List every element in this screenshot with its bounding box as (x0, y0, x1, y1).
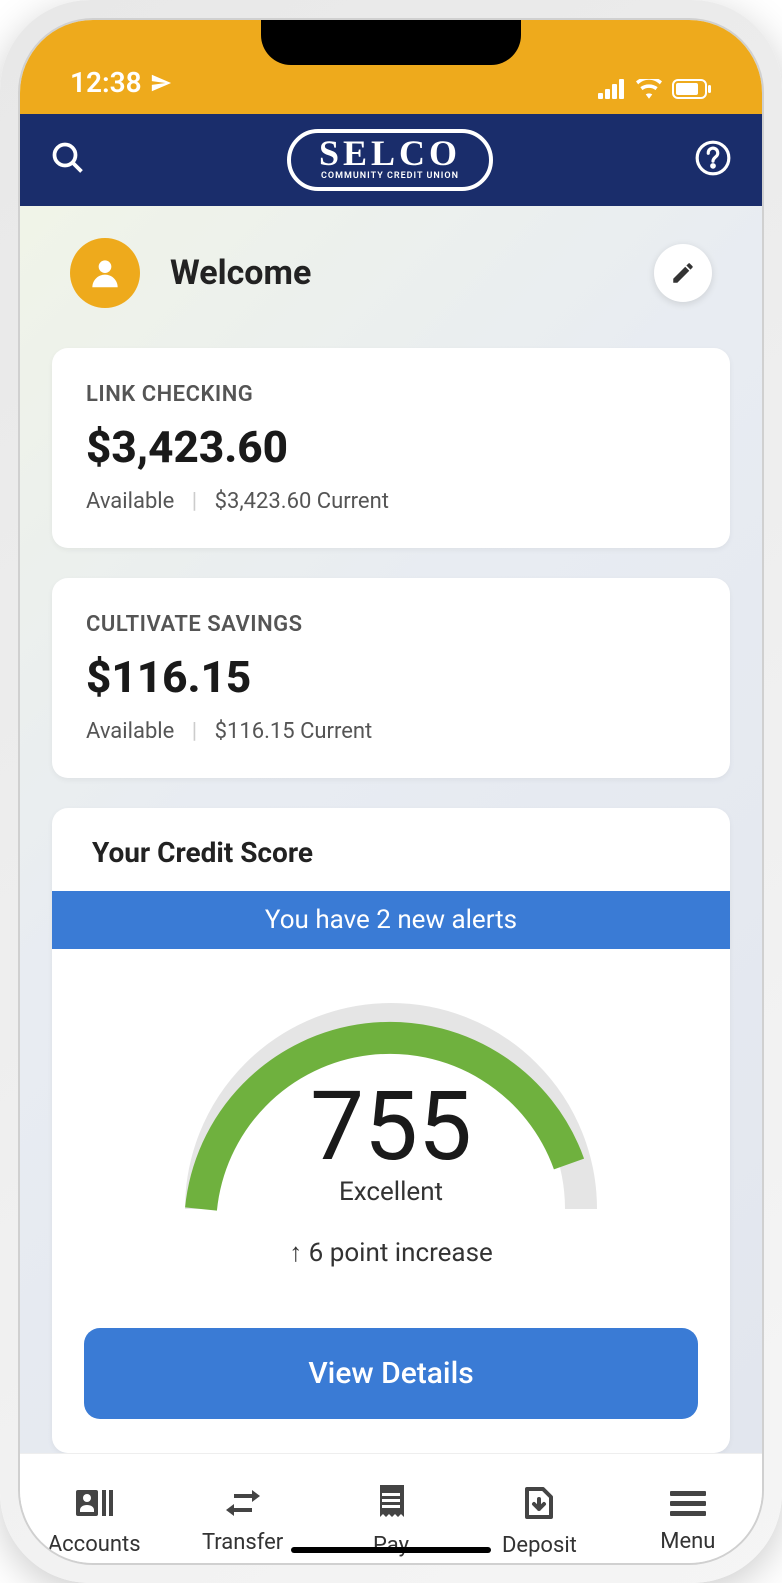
divider: | (192, 719, 197, 744)
current-text: $116.15 Current (215, 719, 373, 744)
current-text: $3,423.60 Current (215, 489, 389, 514)
credit-gauge: 755 Excellent (171, 989, 611, 1219)
account-card-checking[interactable]: LINK CHECKING $3,423.60 Available | $3,4… (52, 348, 730, 548)
status-icons (598, 79, 712, 99)
pay-icon (374, 1485, 408, 1521)
credit-score-value: 755 (171, 1071, 611, 1183)
home-indicator[interactable] (291, 1547, 491, 1553)
main-content: Welcome LINK CHECKING $3,423.60 Availabl… (20, 206, 762, 1453)
brand-subtitle: COMMUNITY CREDIT UNION (319, 171, 461, 181)
pencil-icon (670, 260, 696, 286)
nav-label: Deposit (502, 1533, 577, 1558)
time-label: 12:38 (70, 66, 142, 99)
edit-button[interactable] (654, 244, 712, 302)
available-label: Available (86, 719, 174, 744)
available-label: Available (86, 489, 174, 514)
welcome-left: Welcome (70, 238, 311, 308)
nav-label: Accounts (48, 1532, 141, 1557)
welcome-greeting: Welcome (170, 253, 311, 293)
status-time: 12:38 (70, 66, 172, 99)
avatar[interactable] (70, 238, 140, 308)
help-button[interactable] (694, 139, 732, 181)
transfer-icon (224, 1488, 262, 1518)
nav-label: Transfer (202, 1530, 283, 1555)
account-subtext: Available | $116.15 Current (86, 719, 696, 744)
search-button[interactable] (50, 140, 86, 180)
credit-score-rating: Excellent (171, 1177, 611, 1207)
nav-accounts[interactable]: Accounts (20, 1454, 168, 1565)
person-icon (86, 254, 124, 292)
app-header: SELCO COMMUNITY CREDIT UNION (20, 114, 762, 206)
welcome-row: Welcome (52, 238, 730, 308)
notch (261, 20, 521, 65)
wifi-icon (636, 79, 662, 99)
nav-label: Menu (660, 1529, 715, 1554)
search-icon (50, 140, 86, 176)
account-balance: $116.15 (86, 651, 696, 703)
accounts-icon (74, 1486, 114, 1520)
nav-menu[interactable]: Menu (614, 1454, 762, 1565)
account-name: CULTIVATE SAVINGS (86, 612, 696, 637)
phone-frame: 12:38 SELCO COMMUNITY CREDIT UNION Welco… (0, 0, 782, 1583)
nav-label: Pay (373, 1533, 409, 1558)
account-balance: $3,423.60 (86, 421, 696, 473)
account-subtext: Available | $3,423.60 Current (86, 489, 696, 514)
view-details-button[interactable]: View Details (84, 1328, 698, 1419)
alerts-banner[interactable]: You have 2 new alerts (52, 891, 730, 949)
divider: | (192, 489, 197, 514)
location-icon (150, 72, 172, 94)
gauge-section: 755 Excellent ↑ 6 point increase (52, 949, 730, 1328)
arrow-up-icon: ↑ (289, 1238, 308, 1268)
account-name: LINK CHECKING (86, 382, 696, 407)
brand-name: SELCO (319, 135, 461, 171)
battery-icon (672, 79, 712, 99)
brand-logo: SELCO COMMUNITY CREDIT UNION (287, 129, 493, 191)
account-card-savings[interactable]: CULTIVATE SAVINGS $116.15 Available | $1… (52, 578, 730, 778)
signal-icon (598, 79, 626, 99)
credit-score-title: Your Credit Score (52, 808, 730, 891)
phone-screen: 12:38 SELCO COMMUNITY CREDIT UNION Welco… (18, 18, 764, 1565)
menu-icon (670, 1489, 706, 1517)
deposit-icon (521, 1485, 557, 1521)
credit-score-card: Your Credit Score You have 2 new alerts … (52, 808, 730, 1453)
credit-trend: ↑ 6 point increase (92, 1237, 690, 1268)
trend-text: 6 point increase (309, 1238, 493, 1268)
help-chat-icon (694, 139, 732, 177)
